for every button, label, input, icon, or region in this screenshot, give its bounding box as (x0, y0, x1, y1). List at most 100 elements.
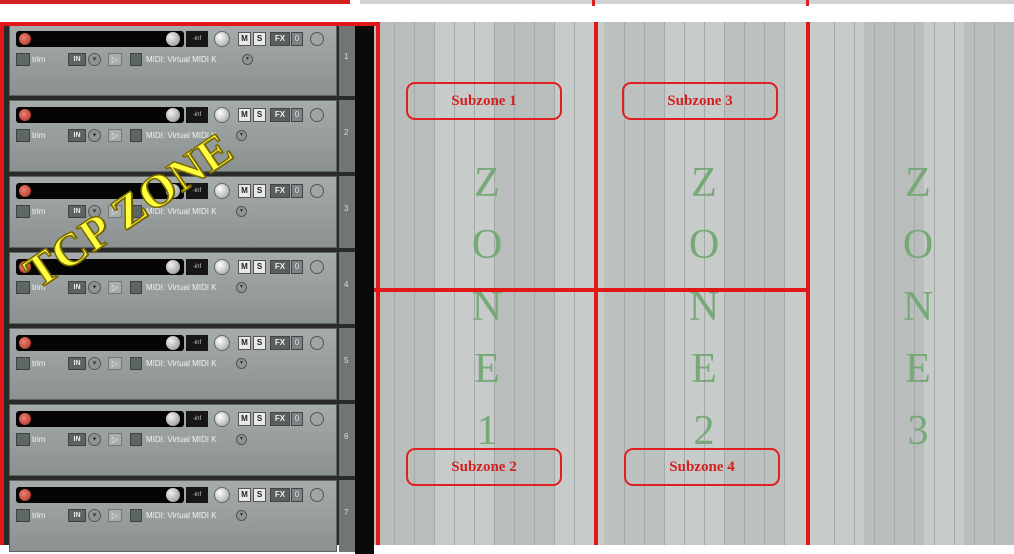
monitor-button[interactable]: ▷ (108, 433, 122, 446)
record-arm-icon[interactable] (19, 413, 31, 425)
envelope-icon[interactable] (16, 53, 30, 66)
fx-bypass-button[interactable]: 0 (291, 336, 303, 350)
mute-button[interactable]: M (238, 108, 251, 122)
midi-dropdown-icon[interactable]: ▾ (242, 54, 253, 65)
record-arm-icon[interactable] (19, 33, 31, 45)
fx-button[interactable]: FX (270, 488, 290, 502)
track-panel[interactable]: -inf M S FX 0 trim IN ▾ ▷ MIDI: Virtual … (9, 404, 337, 476)
mute-button[interactable]: M (238, 488, 251, 502)
track-panel[interactable]: -inf M S FX 0 trim IN ▾ ▷ MIDI: Virtual … (9, 24, 337, 96)
fx-bypass-button[interactable]: 0 (291, 412, 303, 426)
solo-button[interactable]: S (253, 336, 266, 350)
solo-button[interactable]: S (253, 412, 266, 426)
envelope-icon[interactable] (16, 281, 30, 294)
fx-button[interactable]: FX (270, 336, 290, 350)
solo-button[interactable]: S (253, 108, 266, 122)
input-button[interactable]: IN (68, 281, 86, 294)
arrange-view[interactable]: Z O N E 1 Z O N E 2 Z O N E 3 Subzone 1 … (374, 22, 1014, 545)
record-arm-icon[interactable] (19, 337, 31, 349)
track-name-field[interactable] (16, 31, 184, 47)
fx-button[interactable]: FX (270, 412, 290, 426)
routing-io-icon[interactable] (310, 488, 324, 502)
midi-input-label[interactable]: MIDI: Virtual MIDI K (146, 433, 217, 447)
midi-dropdown-icon[interactable]: ▾ (236, 358, 247, 369)
pan-knob-icon[interactable] (214, 335, 230, 351)
track-row[interactable]: -inf M S FX 0 trim IN ▾ ▷ MIDI: Virtual … (4, 478, 374, 554)
pan-knob-icon[interactable] (214, 31, 230, 47)
midi-dropdown-icon[interactable]: ▾ (236, 510, 247, 521)
trim-label[interactable]: trim (32, 509, 45, 523)
pan-knob-icon[interactable] (214, 107, 230, 123)
fx-bypass-button[interactable]: 0 (291, 488, 303, 502)
input-button[interactable]: IN (68, 357, 86, 370)
input-button[interactable]: IN (68, 53, 86, 66)
pan-knob-icon[interactable] (214, 487, 230, 503)
routing-io-icon[interactable] (310, 412, 324, 426)
trim-label[interactable]: trim (32, 129, 45, 143)
monitor-button[interactable]: ▷ (108, 281, 122, 294)
envelope-icon[interactable] (16, 509, 30, 522)
midi-input-label[interactable]: MIDI: Virtual MIDI K (146, 53, 217, 67)
volume-knob-icon[interactable] (166, 32, 180, 46)
envelope-icon[interactable] (16, 357, 30, 370)
volume-knob-icon[interactable] (166, 412, 180, 426)
input-dropdown-icon[interactable]: ▾ (88, 357, 101, 370)
midi-input-label[interactable]: MIDI: Virtual MIDI K (146, 509, 217, 523)
routing-io-icon[interactable] (310, 184, 324, 198)
fx-bypass-button[interactable]: 0 (291, 32, 303, 46)
track-name-field[interactable] (16, 335, 184, 351)
input-dropdown-icon[interactable]: ▾ (88, 129, 101, 142)
solo-button[interactable]: S (253, 32, 266, 46)
record-arm-icon[interactable] (19, 489, 31, 501)
monitor-button[interactable]: ▷ (108, 509, 122, 522)
input-button[interactable]: IN (68, 129, 86, 142)
fx-bypass-button[interactable]: 0 (291, 260, 303, 274)
midi-dropdown-icon[interactable]: ▾ (236, 434, 247, 445)
fx-bypass-button[interactable]: 0 (291, 108, 303, 122)
volume-knob-icon[interactable] (166, 488, 180, 502)
monitor-button[interactable]: ▷ (108, 357, 122, 370)
volume-knob-icon[interactable] (166, 260, 180, 274)
midi-dropdown-icon[interactable]: ▾ (236, 130, 247, 141)
fx-button[interactable]: FX (270, 260, 290, 274)
midi-input-label[interactable]: MIDI: Virtual MIDI K (146, 281, 217, 295)
input-dropdown-icon[interactable]: ▾ (88, 509, 101, 522)
monitor-button[interactable]: ▷ (108, 53, 122, 66)
trim-label[interactable]: trim (32, 53, 45, 67)
volume-knob-icon[interactable] (166, 108, 180, 122)
envelope-icon[interactable] (16, 205, 30, 218)
monitor-button[interactable]: ▷ (108, 129, 122, 142)
track-row[interactable]: -inf M S FX 0 trim IN ▾ ▷ MIDI: Virtual … (4, 326, 374, 402)
trim-label[interactable]: trim (32, 205, 45, 219)
input-button[interactable]: IN (68, 509, 86, 522)
track-row[interactable]: -inf M S FX 0 trim IN ▾ ▷ MIDI: Virtual … (4, 402, 374, 478)
input-dropdown-icon[interactable]: ▾ (88, 281, 101, 294)
track-name-field[interactable] (16, 487, 184, 503)
fx-button[interactable]: FX (270, 32, 290, 46)
pan-knob-icon[interactable] (214, 411, 230, 427)
routing-io-icon[interactable] (310, 260, 324, 274)
record-arm-icon[interactable] (19, 185, 31, 197)
solo-button[interactable]: S (253, 184, 266, 198)
mute-button[interactable]: M (238, 260, 251, 274)
routing-io-icon[interactable] (310, 108, 324, 122)
fx-button[interactable]: FX (270, 184, 290, 198)
track-panel[interactable]: -inf M S FX 0 trim IN ▾ ▷ MIDI: Virtual … (9, 480, 337, 552)
fx-bypass-button[interactable]: 0 (291, 184, 303, 198)
mute-button[interactable]: M (238, 412, 251, 426)
mute-button[interactable]: M (238, 336, 251, 350)
solo-button[interactable]: S (253, 260, 266, 274)
mute-button[interactable]: M (238, 184, 251, 198)
routing-io-icon[interactable] (310, 336, 324, 350)
midi-dropdown-icon[interactable]: ▾ (236, 206, 247, 217)
trim-label[interactable]: trim (32, 433, 45, 447)
input-dropdown-icon[interactable]: ▾ (88, 53, 101, 66)
track-name-field[interactable] (16, 411, 184, 427)
pan-knob-icon[interactable] (214, 183, 230, 199)
track-panel[interactable]: -inf M S FX 0 trim IN ▾ ▷ MIDI: Virtual … (9, 328, 337, 400)
envelope-icon[interactable] (16, 433, 30, 446)
routing-io-icon[interactable] (310, 32, 324, 46)
input-button[interactable]: IN (68, 433, 86, 446)
pan-knob-icon[interactable] (214, 259, 230, 275)
fx-button[interactable]: FX (270, 108, 290, 122)
